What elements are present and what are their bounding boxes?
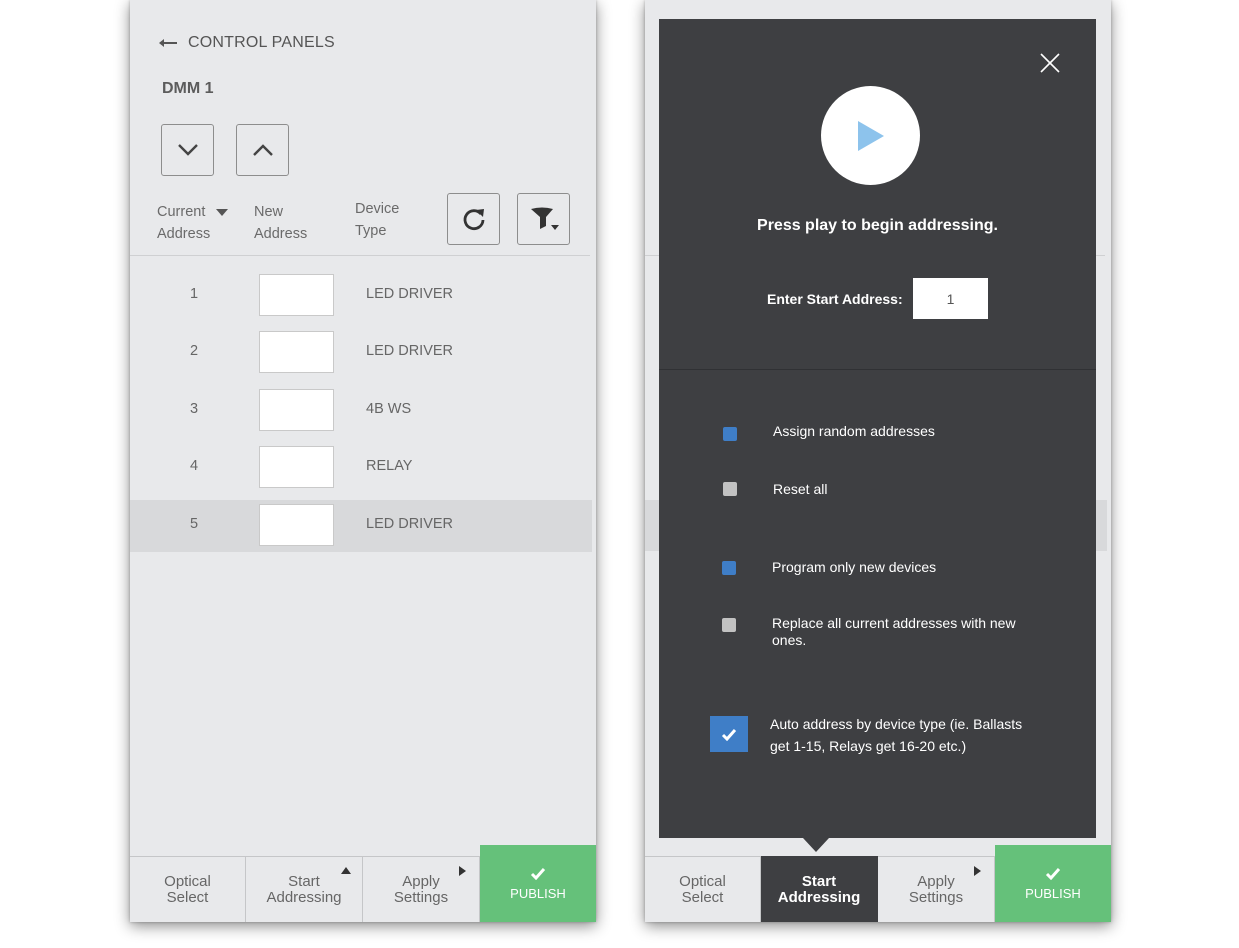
start-addressing-popover: Press play to begin addressing. Enter St… [659, 19, 1096, 838]
device-type-cell: LED DRIVER [366, 516, 454, 532]
check-icon [530, 867, 546, 880]
column-device-type-line1: Device [355, 201, 400, 217]
start-addressing-line1: Start [288, 872, 320, 890]
publish-button[interactable]: PUBLISH [995, 845, 1111, 922]
column-current-address-line1: Current [157, 204, 206, 220]
option-reset-radio[interactable] [723, 482, 737, 496]
option-replace-radio[interactable] [722, 618, 736, 632]
filter-button[interactable] [517, 193, 570, 245]
optical-select-line2: Select [681, 888, 724, 906]
new-address-input[interactable] [259, 331, 334, 373]
device-type-cell: LED DRIVER [366, 286, 454, 302]
publish-button[interactable]: PUBLISH [480, 845, 596, 922]
optical-select-line1: Optical [679, 872, 726, 890]
current-address-cell: 3 [189, 401, 199, 417]
filter-icon [530, 207, 559, 230]
back-to-control-panels[interactable]: CONTROL PANELS [158, 34, 335, 52]
header-divider [130, 255, 590, 256]
close-icon[interactable] [1039, 52, 1061, 74]
modal-divider [659, 369, 1096, 370]
current-address-cell: 2 [189, 343, 199, 359]
bottom-toolbar: Optical Select Start Addressing Apply Se… [645, 845, 1111, 922]
option-random-label: Assign random addresses [773, 423, 935, 439]
back-label: CONTROL PANELS [188, 34, 335, 51]
publish-label: PUBLISH [510, 885, 566, 901]
chevron-up-icon [252, 144, 273, 156]
auto-address-label: Auto address by device type (ie. Ballast… [770, 716, 1023, 754]
column-current-address-line2: Address [157, 226, 211, 242]
current-address-cell: 1 [189, 286, 199, 302]
new-address-input[interactable] [259, 446, 334, 488]
column-new-address-line2: Address [254, 226, 308, 242]
table-row[interactable]: 5 LED DRIVER [130, 500, 592, 552]
option-new-devices-label: Program only new devices [772, 559, 937, 575]
device-type-cell: LED DRIVER [366, 343, 454, 359]
refresh-icon [463, 209, 484, 231]
apply-settings-tab[interactable]: Apply Settings [363, 856, 480, 922]
device-type-cell: RELAY [366, 458, 413, 474]
addressing-screen-right: Press play to begin addressing. Enter St… [645, 0, 1111, 922]
check-icon [721, 728, 737, 741]
apply-settings-line1: Apply [917, 872, 955, 890]
page-title: DMM 1 [162, 80, 214, 97]
option-new-devices-radio[interactable] [722, 561, 736, 575]
column-device-type: Device Type [355, 198, 399, 242]
move-down-button[interactable] [161, 124, 214, 176]
move-up-button[interactable] [236, 124, 289, 176]
start-addressing-tab[interactable]: Start Addressing [761, 856, 878, 922]
new-address-input[interactable] [259, 389, 334, 431]
play-icon [857, 120, 884, 151]
table-row[interactable]: 2 LED DRIVER [130, 327, 592, 379]
apply-settings-line1: Apply [402, 872, 440, 890]
apply-settings-line2: Settings [908, 888, 964, 906]
table-row[interactable]: 4 RELAY [130, 442, 592, 494]
optical-select-tab[interactable]: Optical Select [645, 856, 761, 922]
optical-select-tab[interactable]: Optical Select [130, 856, 246, 922]
caret-right-icon [974, 866, 981, 876]
start-address-label: Enter Start Address: [767, 291, 903, 307]
apply-settings-line2: Settings [393, 888, 449, 906]
refresh-button[interactable] [447, 193, 500, 245]
addressing-screen-left: CONTROL PANELS DMM 1 Current Address New… [130, 0, 596, 922]
current-address-cell: 5 [189, 516, 199, 532]
publish-label: PUBLISH [1025, 885, 1081, 901]
caret-right-icon [459, 866, 466, 876]
start-address-input[interactable]: 1 [913, 278, 988, 319]
bottom-toolbar: Optical Select Start Addressing Apply Se… [130, 845, 596, 922]
column-new-address: New Address [254, 201, 307, 245]
optical-select-line1: Optical [164, 872, 211, 890]
column-new-address-line1: New [254, 204, 284, 220]
option-random-radio[interactable] [723, 427, 737, 441]
new-address-input[interactable] [259, 274, 334, 316]
check-icon [1045, 867, 1061, 880]
current-address-cell: 4 [189, 458, 199, 474]
option-replace-label: Replace all current addresses with new o… [772, 615, 1016, 648]
column-current-address[interactable]: Current Address [157, 201, 210, 245]
optical-select-line2: Select [166, 888, 209, 906]
caret-up-icon [341, 867, 351, 874]
start-addressing-line2: Addressing [266, 888, 342, 906]
start-addressing-line2: Addressing [777, 888, 861, 906]
start-addressing-tab[interactable]: Start Addressing [246, 856, 363, 922]
column-device-type-line2: Type [355, 223, 387, 239]
device-type-cell: 4B WS [366, 401, 412, 417]
instruction-text: Press play to begin addressing. [757, 217, 998, 234]
start-addressing-line1: Start [801, 872, 837, 890]
arrow-left-icon [159, 39, 177, 47]
table-row[interactable]: 1 LED DRIVER [130, 270, 592, 322]
auto-address-checkbox[interactable] [710, 716, 748, 752]
play-button[interactable] [821, 86, 920, 185]
sort-down-icon[interactable] [216, 209, 228, 217]
chevron-down-icon [177, 144, 198, 156]
option-reset-label: Reset all [773, 481, 828, 497]
popover-pointer [803, 838, 829, 852]
new-address-input[interactable] [259, 504, 334, 546]
apply-settings-tab[interactable]: Apply Settings [878, 856, 995, 922]
table-row[interactable]: 3 4B WS [130, 385, 592, 437]
